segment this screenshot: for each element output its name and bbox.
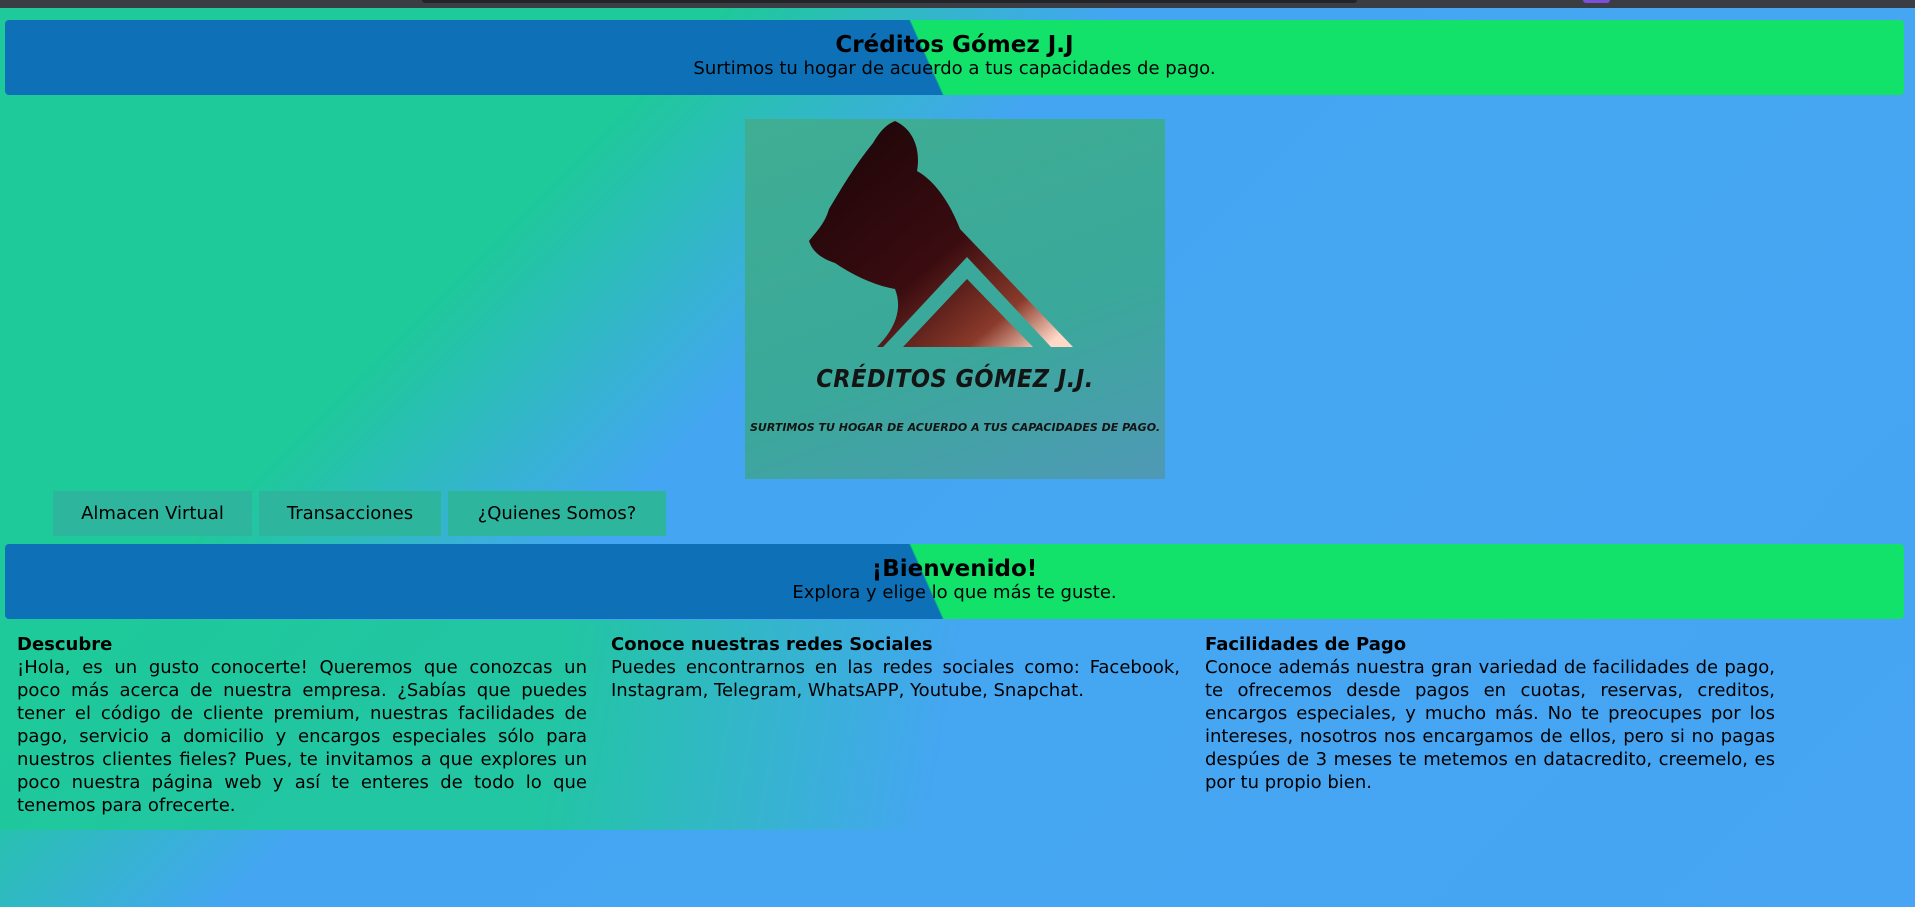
company-logo: CRÉDITOS GÓMEZ J.J. SURTIMOS TU HOGAR DE…: [745, 119, 1165, 479]
column-redes-sociales: Conoce nuestras redes Sociales Puedes en…: [611, 633, 1180, 702]
nav-almacen-virtual[interactable]: Almacen Virtual: [53, 491, 252, 536]
column-facilidades-pago: Facilidades de Pago Conoce además nuestr…: [1205, 633, 1775, 794]
browser-extension-icon: [1583, 0, 1610, 3]
header-text: Créditos Gómez J.J Surtimos tu hogar de …: [5, 20, 1904, 80]
column-heading: Descubre: [17, 634, 113, 655]
header-banner: Créditos Gómez J.J Surtimos tu hogar de …: [5, 20, 1904, 95]
column-heading: Conoce nuestras redes Sociales: [611, 634, 933, 655]
nav-transacciones[interactable]: Transacciones: [259, 491, 441, 536]
site-title: Créditos Gómez J.J: [835, 32, 1074, 58]
welcome-subtitle: Explora y elige lo que más te guste.: [792, 582, 1117, 603]
column-body: Conoce además nuestra gran variedad de f…: [1205, 657, 1775, 793]
logo-tagline: SURTIMOS TU HOGAR DE ACUERDO A TUS CAPAC…: [750, 421, 1160, 434]
column-body: Puedes encontrarnos en las redes sociale…: [611, 657, 1180, 701]
nav-quienes-somos[interactable]: ¿Quienes Somos?: [448, 491, 666, 536]
column-descubre: Descubre ¡Hola, es un gusto conocerte! Q…: [17, 633, 587, 817]
browser-address-bar-edge: [422, 0, 1357, 3]
column-heading: Facilidades de Pago: [1205, 634, 1407, 655]
browser-top-strip: [0, 0, 1915, 8]
welcome-title: ¡Bienvenido!: [871, 556, 1038, 582]
site-subtitle: Surtimos tu hogar de acuerdo a tus capac…: [693, 58, 1216, 79]
welcome-text: ¡Bienvenido! Explora y elige lo que más …: [5, 544, 1904, 604]
column-body: ¡Hola, es un gusto conocerte! Queremos q…: [17, 657, 587, 816]
logo-company-name: CRÉDITOS GÓMEZ J.J.: [816, 364, 1094, 393]
welcome-banner: ¡Bienvenido! Explora y elige lo que más …: [5, 544, 1904, 619]
